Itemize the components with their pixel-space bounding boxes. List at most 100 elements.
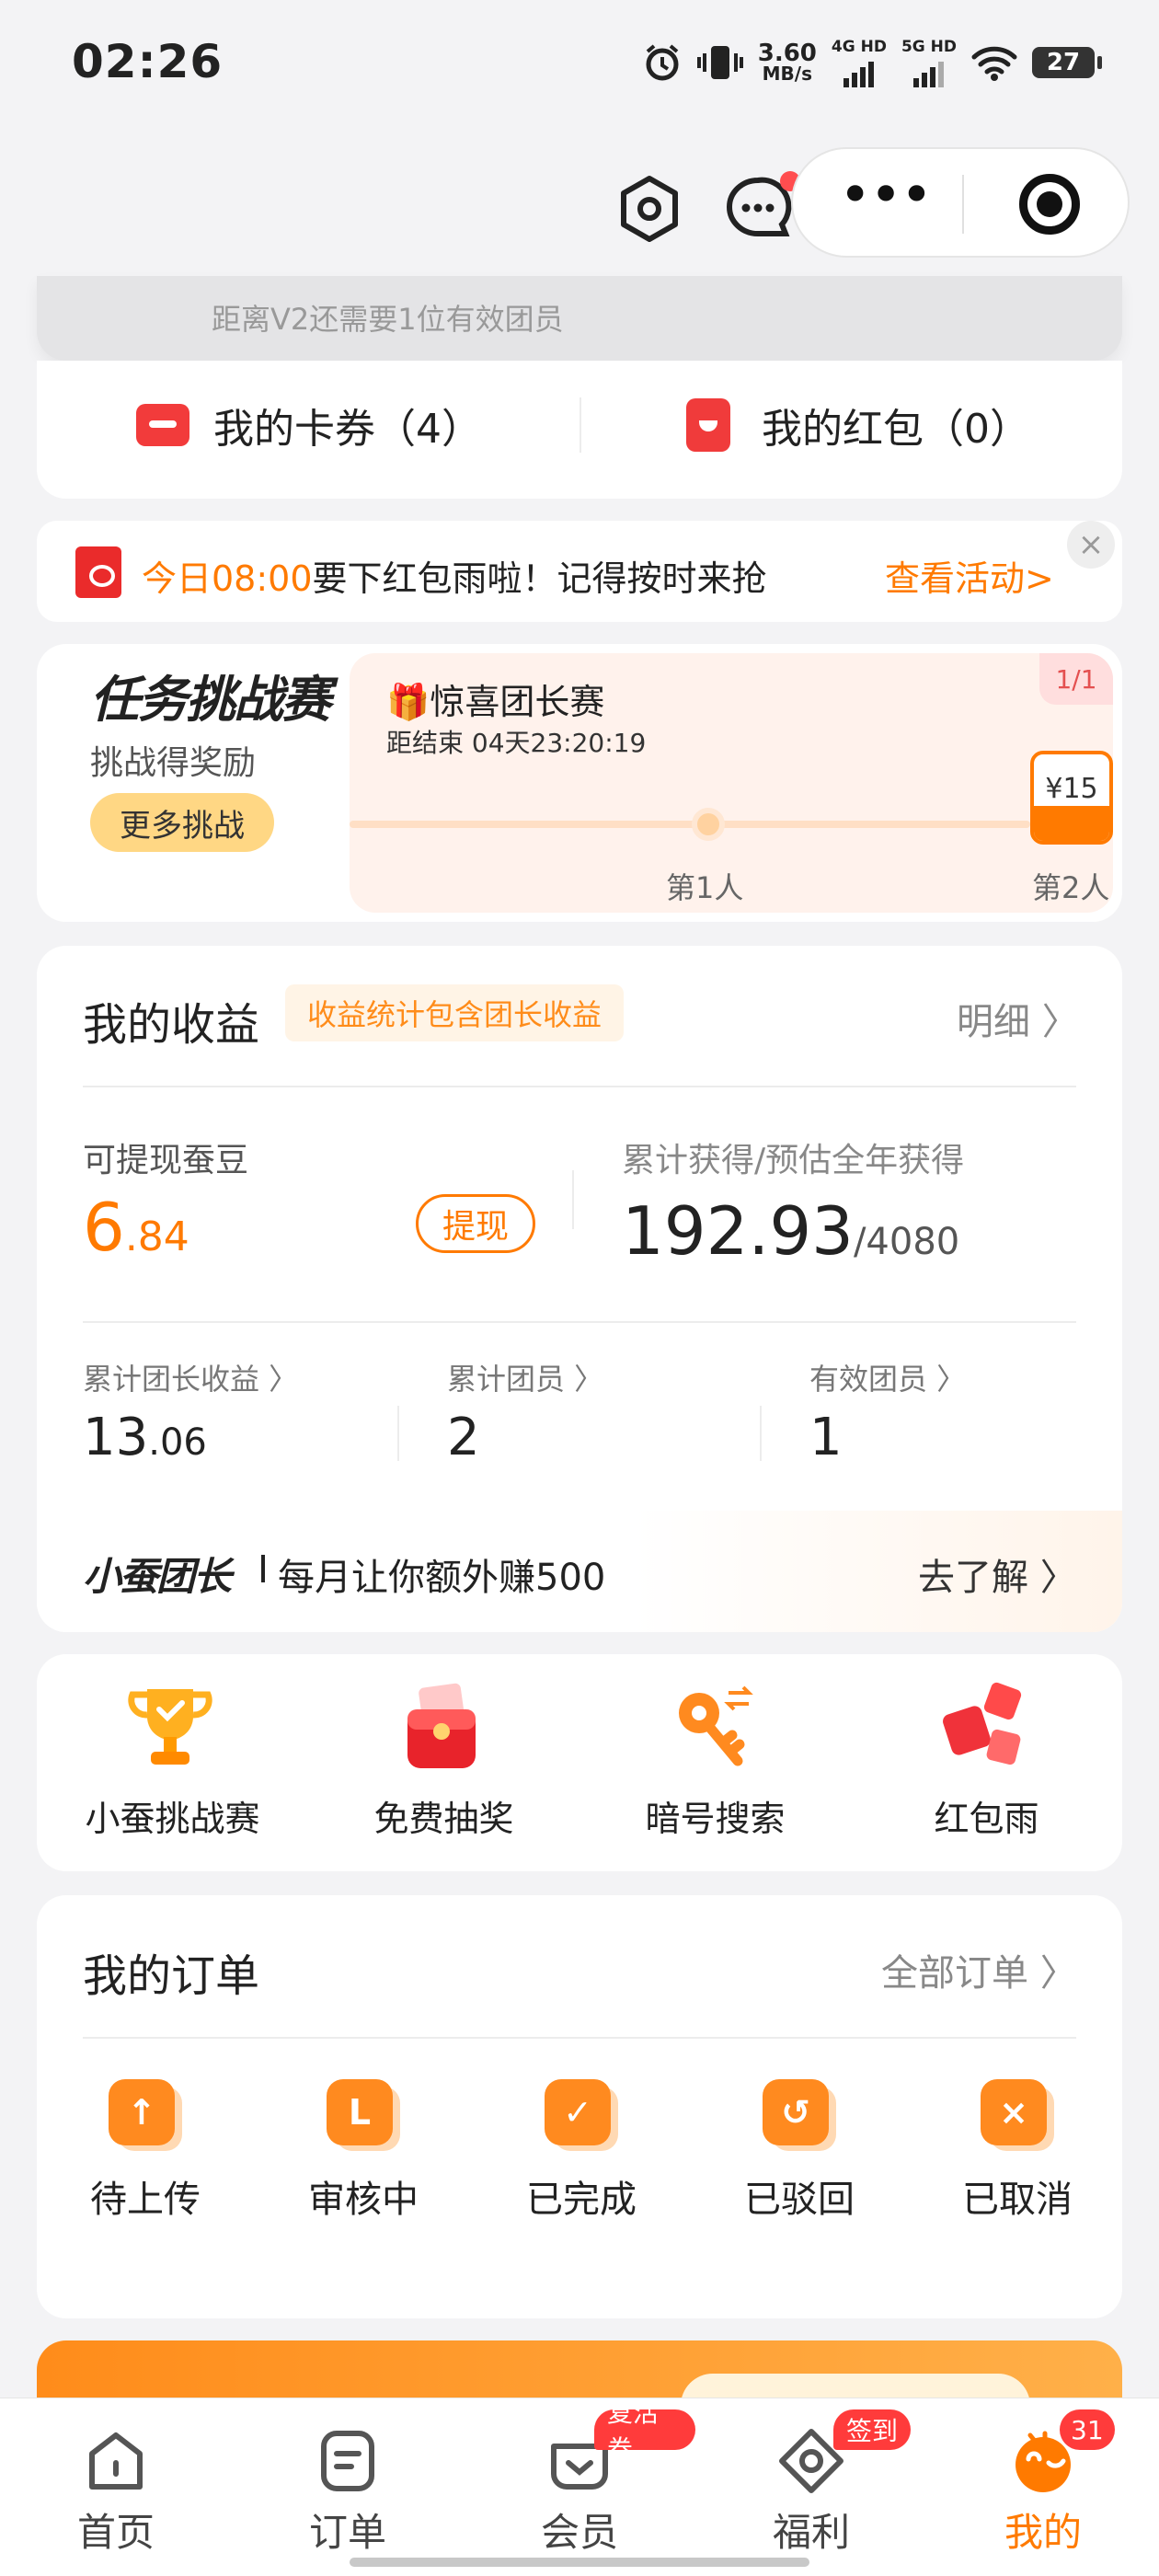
features-grid: 小蚕挑战赛 免费抽奖 暗号搜索 红包雨 [37, 1654, 1122, 1871]
task-title: 任务挑战赛 [90, 671, 331, 729]
withdraw-button[interactable]: 提现 [416, 1194, 535, 1253]
order-status-rejected[interactable]: ↺ 已驳回 [707, 2079, 891, 2226]
home-icon [89, 2432, 143, 2490]
status-bar: 02:26 3.60 MB/s 4G HD 5G HD 27 [0, 0, 1159, 129]
tab-home[interactable]: 首页 [0, 2398, 232, 2576]
learn-more-link[interactable]: 去了解 〉 [918, 1547, 1077, 1601]
coupons-button[interactable]: 我的卡券（4） [136, 397, 482, 453]
divider [83, 1086, 1076, 1087]
income-detail-link[interactable]: 明细 〉 [957, 992, 1079, 1045]
progress-track [350, 821, 1030, 828]
tab-badge: 31 [1060, 2409, 1115, 2450]
leader-income-link[interactable]: 累计团长收益 〉 [83, 1356, 298, 1398]
order-status-completed[interactable]: ✓ 已完成 [489, 2079, 673, 2226]
tab-orders[interactable]: 订单 [232, 2398, 464, 2576]
order-status-label: 审核中 [308, 2179, 419, 2221]
red-packet-rain-notice[interactable]: 今日08:00要下红包雨啦！记得按时来抢 查看活动> [37, 521, 1122, 622]
feature-challenge[interactable]: 小蚕挑战赛 [37, 1654, 308, 1871]
divider [261, 1555, 265, 1582]
capsule-divider [962, 175, 964, 234]
feature-label: 小蚕挑战赛 [85, 1799, 260, 1839]
feature-code-search[interactable]: 暗号搜索 [580, 1654, 851, 1871]
tab-label: 福利 [772, 2510, 850, 2555]
red-packets-button[interactable]: 我的红包（0） [686, 397, 1030, 453]
close-notice-button[interactable]: × [1067, 521, 1115, 569]
divider [83, 2037, 1076, 2039]
divider [83, 1321, 1076, 1323]
order-status-label: 待上传 [90, 2179, 201, 2221]
contest-name: 🎁惊喜团长赛 [386, 682, 605, 722]
leader-promo-row[interactable]: 小蚕团长 每月让你额外赚500 去了解 〉 [37, 1511, 1122, 1632]
reward-box: ¥15 [1030, 751, 1113, 845]
settings-hex-icon[interactable] [618, 175, 681, 243]
status-icons: 3.60 MB/s 4G HD 5G HD 27 [642, 37, 1102, 88]
signal-4g-icon: 4G HD [832, 38, 887, 87]
divider [760, 1406, 762, 1461]
step1-label: 第1人 [666, 870, 744, 905]
feature-red-rain[interactable]: 红包雨 [851, 1654, 1122, 1871]
order-status-label: 已驳回 [744, 2179, 855, 2221]
signal-5g-icon: 5G HD [901, 38, 957, 87]
alarm-icon [646, 44, 679, 81]
tab-label: 首页 [76, 2510, 155, 2555]
cancel-icon: × [981, 2079, 1054, 2153]
clock-icon: L [327, 2079, 400, 2153]
leader-income-value: 13.06 [83, 1408, 207, 1467]
wallet-divider [580, 397, 581, 453]
order-status-pending-upload[interactable]: ↑ 待上传 [53, 2079, 237, 2226]
envelope-icon [75, 546, 121, 598]
home-indicator[interactable] [350, 2558, 809, 2567]
leader-text: 每月让你额外赚500 [278, 1557, 606, 1599]
status-time: 02:26 [72, 35, 224, 88]
upload-icon: ↑ [109, 2079, 182, 2153]
total-value: 192.93/4080 [622, 1192, 960, 1270]
level-progress-card: 距离V2还需要1位有效团员 [37, 276, 1122, 361]
divider [572, 1170, 574, 1229]
tab-member[interactable]: 复活券 会员 [464, 2398, 695, 2576]
red-packet-rain-icon [943, 1682, 1022, 1765]
withdrawable-label: 可提现蚕豆 [83, 1142, 249, 1179]
feature-label: 红包雨 [934, 1799, 1039, 1839]
net-speed: 3.60 MB/s [757, 40, 817, 85]
wallet-card: 我的卡券（4） 我的红包（0） [37, 361, 1122, 499]
order-status-label: 已完成 [526, 2179, 637, 2221]
tab-label: 会员 [540, 2510, 618, 2555]
divider [397, 1406, 399, 1461]
lottery-box-icon [407, 1683, 476, 1768]
check-icon: ✓ [545, 2079, 618, 2153]
task-subtitle: 挑战得奖励 [90, 744, 257, 782]
more-menu-icon[interactable]: ••• [839, 167, 933, 223]
return-icon: ↺ [763, 2079, 836, 2153]
feature-lottery[interactable]: 免费抽奖 [308, 1654, 580, 1871]
step2-label: 第2人 [1032, 870, 1110, 905]
feature-label: 暗号搜索 [645, 1799, 786, 1839]
feature-label: 免费抽奖 [373, 1799, 514, 1839]
tab-badge: 签到 [833, 2409, 912, 2450]
order-status-cancelled[interactable]: × 已取消 [925, 2079, 1109, 2226]
bottom-tab-bar: 首页 订单 复活券 会员 签到 福利 31 我的 [0, 2398, 1159, 2576]
view-activity-link[interactable]: 查看活动> [885, 550, 1054, 601]
task-challenge-card: 任务挑战赛 挑战得奖励 更多挑战 🎁惊喜团长赛 距结束 04天23:20:19 … [37, 644, 1122, 922]
income-card: 我的收益 收益统计包含团长收益 明细 〉 可提现蚕豆 6.84 提现 累计获得/… [37, 946, 1122, 1632]
more-challenges-button[interactable]: 更多挑战 [90, 793, 274, 852]
members-link[interactable]: 累计团员 〉 [447, 1356, 603, 1398]
valid-members-link[interactable]: 有效团员 〉 [809, 1356, 966, 1398]
red-packet-icon [686, 398, 730, 452]
withdrawable-value: 6.84 [83, 1189, 189, 1266]
income-tag: 收益统计包含团长收益 [285, 984, 625, 1041]
contest-panel[interactable]: 🎁惊喜团长赛 距结束 04天23:20:19 1/1 ¥15 第1人 第2人 [350, 653, 1113, 913]
coupons-label: 我的卡券（4） [213, 406, 482, 453]
tab-mine[interactable]: 31 我的 [927, 2398, 1159, 2576]
key-icon [679, 1685, 753, 1766]
contest-page-badge: 1/1 [1039, 653, 1113, 705]
income-title: 我的收益 [83, 999, 260, 1051]
red-packets-label: 我的红包（0） [762, 406, 1030, 453]
close-miniprogram-icon[interactable] [1019, 174, 1080, 235]
battery-icon: 27 [1032, 47, 1102, 78]
tab-welfare[interactable]: 签到 福利 [695, 2398, 927, 2576]
tab-label: 订单 [308, 2510, 386, 2555]
order-status-reviewing[interactable]: L 审核中 [271, 2079, 455, 2226]
wifi-icon [971, 46, 1017, 81]
all-orders-link[interactable]: 全部订单 〉 [881, 1943, 1077, 1996]
members-value: 2 [447, 1408, 480, 1467]
